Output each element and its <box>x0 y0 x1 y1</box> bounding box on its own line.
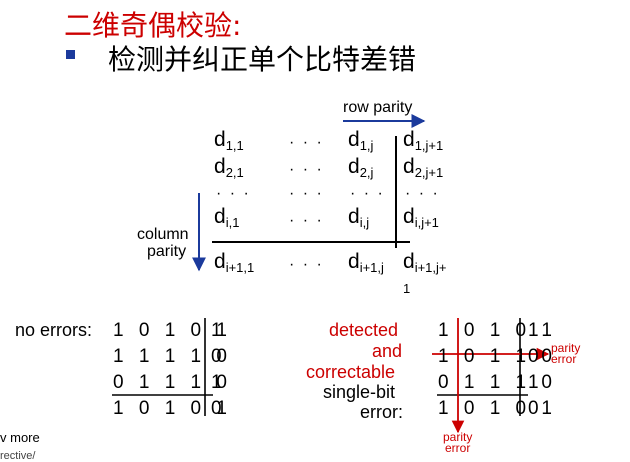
dots-col1: · · · <box>216 185 251 202</box>
no-errors-row-1-parity: 1 <box>211 320 227 341</box>
dots-rl: · · · <box>289 256 324 273</box>
error-label-single-bit: single-bit <box>323 382 396 402</box>
cell-d-i1-j1-wrap: 1 <box>403 281 411 296</box>
no-errors-label: no errors: <box>15 320 93 340</box>
dots-r1: · · · <box>289 134 324 151</box>
error-row-4-parity: 0 <box>528 398 544 419</box>
cell-d-i1-1: di+1,1 <box>214 250 255 275</box>
dots-ri: · · · <box>289 212 324 229</box>
row-parity-label: row parity <box>343 99 413 116</box>
dots-colj: · · · <box>350 185 385 202</box>
error-label-and: and <box>372 341 403 361</box>
cell-d-i1-j: di+1,j <box>348 250 384 275</box>
footer-text-2: rective/ <box>0 450 36 462</box>
error-label-error: error: <box>360 402 404 422</box>
cell-d-i-1: di,1 <box>214 205 240 230</box>
error-row-2-parity: 0 <box>528 346 544 367</box>
column-parity-label-2: parity <box>147 243 187 260</box>
parity-error-right-label: parity error <box>551 341 581 366</box>
error-label-detected: detected <box>329 320 399 340</box>
cell-d-2-1: d2,1 <box>214 155 244 180</box>
dots-colj1: · · · <box>405 185 440 202</box>
column-parity-label-1: column <box>137 226 189 243</box>
cell-d-i-j: di,j <box>348 205 370 230</box>
cell-d-1-j: d1,j <box>348 128 374 153</box>
dots-r2: · · · <box>289 161 324 178</box>
cell-d-1-1: d1,1 <box>214 128 244 153</box>
cell-d-2-j: d2,j <box>348 155 374 180</box>
cell-d-i1-j1: di+1,j+ <box>403 250 447 275</box>
cell-d-i-j1: di,j+1 <box>403 205 439 230</box>
footer-text-1: v more <box>0 430 40 445</box>
cell-d-1-j1: d1,j+1 <box>403 128 444 153</box>
error-row-1-parity: 1 <box>528 320 544 341</box>
error-label-correctable: correctable <box>306 362 396 382</box>
no-errors-row-3-parity: 1 <box>211 372 227 393</box>
parity-error-bottom-label: parity error <box>443 430 473 455</box>
dots-center: · · · <box>289 185 324 202</box>
cell-d-2-j1: d2,j+1 <box>403 155 444 180</box>
no-errors-row-4-parity: 0 <box>211 398 227 419</box>
no-errors-row-2-parity: 0 <box>211 346 227 367</box>
error-row-3-parity: 1 <box>528 372 544 393</box>
